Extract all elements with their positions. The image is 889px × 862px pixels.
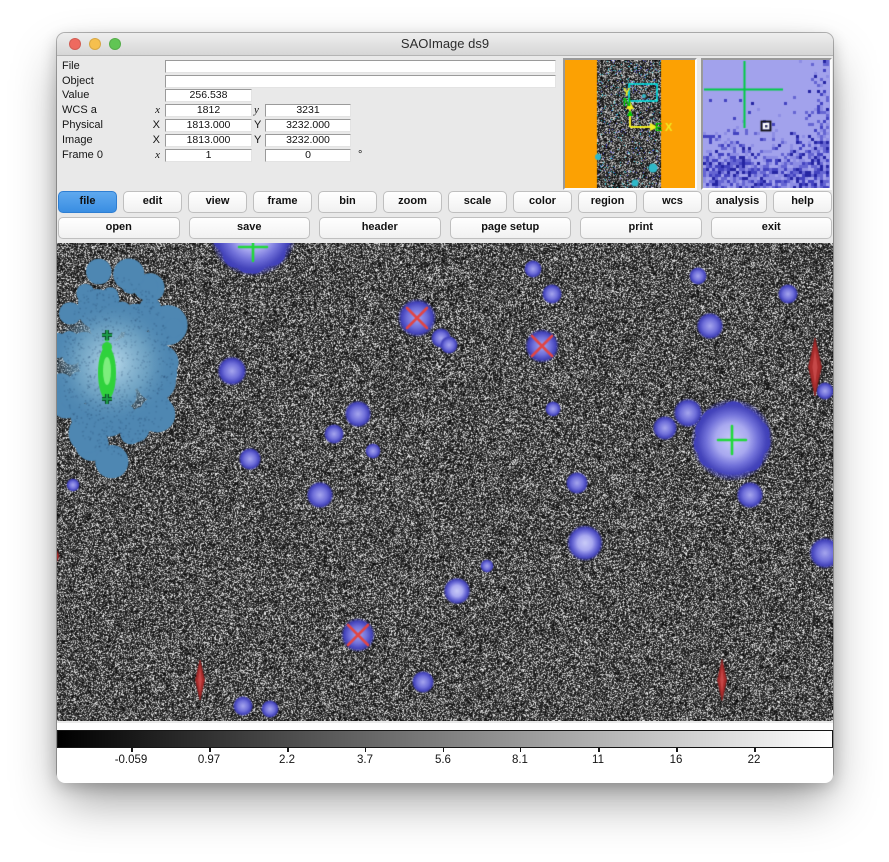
colorbar-tick-label: 22 — [748, 754, 761, 766]
colorbar-tick-label: 11 — [592, 754, 604, 766]
colorbar-tick — [676, 748, 678, 752]
image-display-area — [57, 243, 833, 721]
menu-button-view[interactable]: view — [188, 191, 247, 213]
menu-button-region[interactable]: region — [578, 191, 637, 213]
colorbar-tick — [598, 748, 600, 752]
menu-button-color[interactable]: color — [513, 191, 572, 213]
info-row-wcs-a: WCS a x 1812y3231 — [62, 104, 562, 117]
magnifier — [701, 58, 832, 190]
primary-menubar: file edit view frame binzoom scale color region… — [57, 191, 833, 213]
action-button-page-setup[interactable]: page setup — [450, 217, 572, 239]
axis-label: x — [146, 149, 160, 162]
desktop-background: SAOImage ds9 File ObjectValue 256.538 WCS a… — [0, 0, 889, 862]
colorbar-tick — [754, 748, 756, 752]
axis-label: X — [146, 119, 160, 132]
action-button-save[interactable]: save — [189, 217, 311, 239]
ds9-window: SAOImage ds9 File ObjectValue 256.538 WCS a… — [57, 33, 833, 780]
colorbar-tick — [209, 748, 211, 752]
info-value-field[interactable]: 1 — [165, 149, 252, 162]
info-value-field[interactable]: 1812 — [165, 104, 252, 117]
info-row-file: File — [62, 60, 562, 73]
degree-symbol: ° — [358, 149, 362, 161]
info-row-physical: Physical X 1813.000Y3232.000 — [62, 119, 562, 132]
axis-label: Y — [254, 119, 263, 132]
colorbar-tick — [443, 748, 445, 752]
colorbar-tick-label: -0.059 — [115, 754, 148, 766]
colorbar-tick-label: 2.2 — [279, 754, 295, 766]
colorbar-tick — [365, 748, 367, 752]
axis-label: Y — [254, 134, 263, 147]
info-row-value: Value 256.538 — [62, 89, 562, 102]
magnifier-canvas — [703, 60, 830, 188]
info-label: WCS a — [62, 104, 97, 117]
menu-button-analysis[interactable]: analysis — [708, 191, 767, 213]
info-value-field[interactable]: 3232.000 — [265, 134, 351, 147]
info-label: Object — [62, 75, 94, 88]
info-row-object: Object — [62, 75, 562, 88]
info-value-field[interactable]: 1813.000 — [165, 119, 252, 132]
colorbar-tick — [131, 748, 133, 752]
info-value-field — [165, 60, 556, 73]
info-value-field[interactable]: 0 — [265, 149, 351, 162]
info-value-field[interactable]: 1813.000 — [165, 134, 252, 147]
main-image-canvas[interactable] — [57, 243, 833, 721]
menu-button-bin[interactable]: bin — [318, 191, 377, 213]
info-panel: File ObjectValue 256.538 WCS a x 1812y3231 Phy… — [57, 56, 833, 189]
action-button-open[interactable]: open — [58, 217, 180, 239]
info-value-field: 256.538 — [165, 89, 252, 102]
colorbar-panel: -0.059 0.97 2.2 3.7 5.6 8.1 11 16 22 — [57, 723, 833, 783]
colorbar-tick-label: 5.6 — [435, 754, 451, 766]
colorbar-tick — [520, 748, 522, 752]
menu-button-wcs[interactable]: wcs — [643, 191, 702, 213]
menu-button-scale[interactable]: scale — [448, 191, 507, 213]
info-value-field[interactable]: 3232.000 — [265, 119, 351, 132]
panner-canvas[interactable] — [565, 60, 695, 188]
axis-label: y — [254, 104, 263, 117]
colorbar-tick-label: 0.97 — [198, 754, 220, 766]
coordinate-readout-grid: File ObjectValue 256.538 WCS a x 1812y3231 Phy… — [62, 56, 562, 189]
action-button-exit[interactable]: exit — [711, 217, 833, 239]
colorbar-tick-label: 16 — [670, 754, 683, 766]
axis-label: X — [146, 134, 160, 147]
info-value-field — [165, 75, 556, 88]
colorbar-tick-label: 3.7 — [357, 754, 373, 766]
menu-button-frame[interactable]: frame — [253, 191, 312, 213]
info-label: Image — [62, 134, 93, 147]
panner[interactable] — [563, 58, 697, 190]
menu-button-file[interactable]: file — [58, 191, 117, 213]
info-label: Physical — [62, 119, 103, 132]
window-title: SAOImage ds9 — [57, 33, 833, 55]
info-label: File — [62, 60, 80, 73]
info-label: Value — [62, 89, 89, 102]
menu-button-zoom[interactable]: zoom — [383, 191, 442, 213]
secondary-menubar: open save header page setup print exit — [57, 217, 833, 239]
axis-label: x — [146, 104, 160, 117]
action-button-header[interactable]: header — [319, 217, 441, 239]
action-button-print[interactable]: print — [580, 217, 702, 239]
title-bar[interactable]: SAOImage ds9 — [57, 33, 833, 56]
colorbar-tick-label: 8.1 — [512, 754, 528, 766]
colorbar-tick — [287, 748, 289, 752]
info-row-frame-0: Frame 0 x10 ° — [62, 149, 562, 162]
info-label: Frame 0 — [62, 149, 103, 162]
menu-button-help[interactable]: help — [773, 191, 832, 213]
info-value-field[interactable]: 3231 — [265, 104, 351, 117]
menu-button-edit[interactable]: edit — [123, 191, 182, 213]
colorbar-gradient[interactable] — [57, 730, 833, 748]
info-row-image: Image X 1813.000Y3232.000 — [62, 134, 562, 147]
